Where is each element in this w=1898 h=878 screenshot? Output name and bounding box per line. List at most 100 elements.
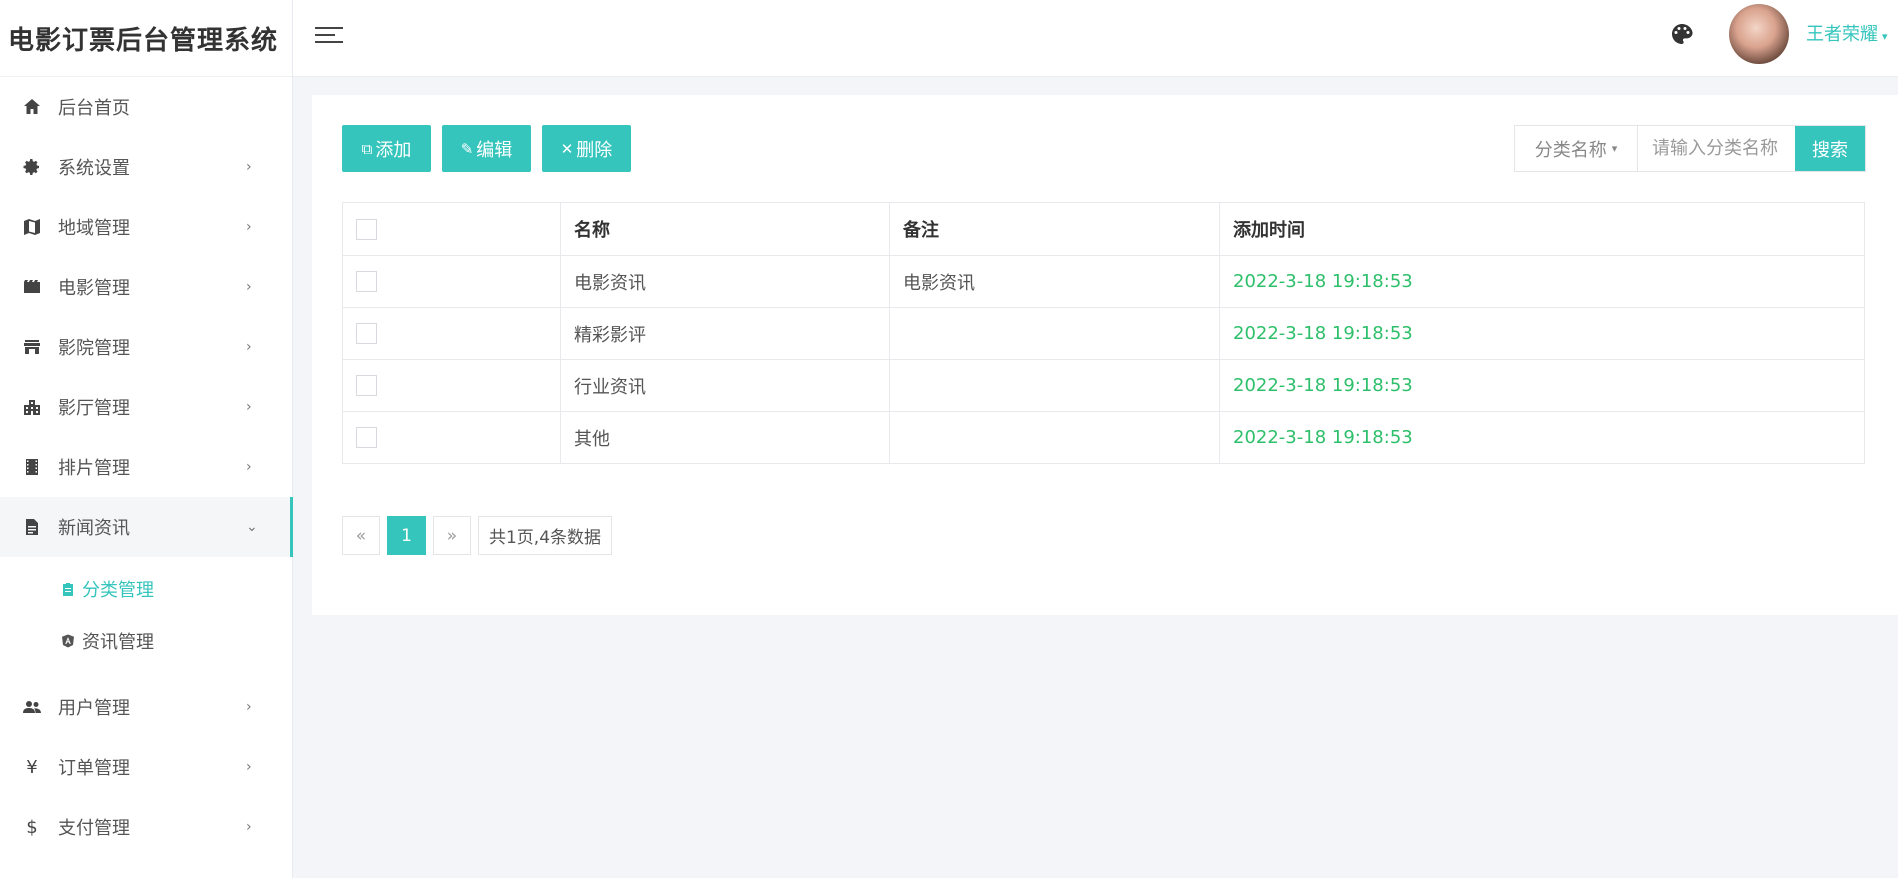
sidebar-item-label: 排片管理 — [58, 458, 130, 479]
row-checkbox[interactable] — [356, 271, 377, 293]
chevron-right-icon: › — [246, 219, 252, 235]
chevron-down-icon: ⌄ — [246, 519, 258, 535]
gear-icon — [21, 156, 43, 178]
chevron-right-icon: › — [246, 399, 252, 415]
user-menu[interactable]: 王者荣耀 ▾ — [1806, 20, 1888, 46]
row-checkbox-cell — [342, 255, 561, 308]
column-header-name: 名称 — [560, 202, 890, 256]
cell-remark — [889, 411, 1220, 464]
row-checkbox-cell — [342, 307, 561, 360]
add-button[interactable]: ⧉ 添加 — [342, 125, 431, 172]
sidebar-item-label: 系统设置 — [58, 158, 130, 179]
chevron-right-icon: › — [246, 699, 252, 715]
sidebar-item-orders[interactable]: ¥ 订单管理 › — [0, 737, 292, 797]
map-icon — [21, 216, 43, 238]
cell-remark — [889, 359, 1220, 412]
sidebar-item-label: 支付管理 — [58, 818, 130, 839]
building-icon — [21, 396, 43, 418]
pagination: « 1 » 共1页,4条数据 — [342, 516, 619, 555]
cell-time: 2022-3-18 19:18:53 — [1219, 255, 1865, 308]
avatar[interactable] — [1729, 4, 1789, 64]
chevron-right-icon: › — [246, 819, 252, 835]
column-header-remark: 备注 — [889, 202, 1220, 256]
sidebar-item-region[interactable]: 地域管理 › — [0, 197, 292, 257]
sidebar-item-label: 影厅管理 — [58, 398, 130, 419]
pencil-icon: ✎ — [460, 139, 474, 158]
cell-name: 电影资讯 — [560, 255, 890, 308]
cell-name: 其他 — [560, 411, 890, 464]
select-all-cell — [342, 202, 561, 256]
top-header: 王者荣耀 ▾ — [293, 0, 1898, 77]
caret-down-icon: ▾ — [1611, 142, 1618, 155]
home-icon — [21, 96, 43, 118]
cell-time: 2022-3-18 19:18:53 — [1219, 359, 1865, 412]
menu-toggle-icon[interactable] — [315, 22, 343, 48]
row-checkbox[interactable] — [356, 375, 377, 397]
next-page-button[interactable]: » — [433, 516, 471, 555]
sidebar-item-settings[interactable]: 系统设置 › — [0, 137, 292, 197]
select-all-checkbox[interactable] — [356, 218, 377, 240]
sidebar-subitem-category[interactable]: 分类管理 — [0, 563, 292, 615]
add-button-label: 添加 — [375, 139, 412, 161]
sidebar-item-hall[interactable]: 影厅管理 › — [0, 377, 292, 437]
dollar-icon: $ — [26, 816, 38, 838]
app-title: 电影订票后台管理系统 — [0, 0, 292, 77]
sidebar-item-label: 电影管理 — [58, 278, 130, 299]
document-icon — [21, 516, 43, 538]
clipboard-icon — [60, 581, 76, 597]
row-checkbox-cell — [342, 359, 561, 412]
close-icon: ✕ — [560, 139, 574, 158]
search-field-select[interactable]: 分类名称 ▾ — [1515, 126, 1638, 171]
pagination-info: 共1页,4条数据 — [478, 516, 612, 555]
edit-button-label: 编辑 — [476, 139, 513, 161]
row-checkbox[interactable] — [356, 323, 377, 345]
prev-page-button[interactable]: « — [342, 516, 380, 555]
film-icon — [21, 276, 43, 298]
sidebar-item-users[interactable]: 用户管理 › — [0, 677, 292, 737]
chevron-right-icon: › — [246, 279, 252, 295]
table-row[interactable]: 其他 2022-3-18 19:18:53 — [342, 411, 1865, 464]
angular-icon — [60, 633, 76, 649]
sidebar-item-cinema[interactable]: 影院管理 › — [0, 317, 292, 377]
sidebar-item-label: 后台首页 — [58, 98, 130, 119]
cell-name: 精彩影评 — [560, 307, 890, 360]
sidebar-item-payment[interactable]: $ 支付管理 › — [0, 797, 292, 857]
category-table: 名称 备注 添加时间 电影资讯 电影资讯 2022-3-18 19:18:53 … — [342, 202, 1865, 464]
table-row[interactable]: 精彩影评 2022-3-18 19:18:53 — [342, 307, 1865, 360]
chevron-right-icon: › — [246, 339, 252, 355]
sidebar-item-schedule[interactable]: 排片管理 › — [0, 437, 292, 497]
content-panel: ⧉添加 ✎编辑 ✕删除 分类名称 ▾ 搜索 名称 备注 添加时间 电影资讯 电影资… — [312, 95, 1898, 615]
edit-button[interactable]: ✎ 编辑 — [442, 125, 531, 172]
table-row[interactable]: 电影资讯 电影资讯 2022-3-18 19:18:53 — [342, 255, 1865, 308]
cell-time: 2022-3-18 19:18:53 — [1219, 411, 1865, 464]
sidebar-item-news[interactable]: 新闻资讯 ⌄ — [0, 497, 293, 557]
news-submenu: 分类管理 资讯管理 — [0, 557, 292, 677]
palette-icon[interactable] — [1670, 22, 1694, 46]
add-icon: ⧉ — [361, 139, 373, 158]
cell-remark — [889, 307, 1220, 360]
table-header-row: 名称 备注 添加时间 — [342, 202, 1865, 256]
users-icon — [21, 696, 43, 718]
column-header-time: 添加时间 — [1219, 202, 1865, 256]
table-row[interactable]: 行业资讯 2022-3-18 19:18:53 — [342, 359, 1865, 412]
sidebar-subitem-news[interactable]: 资讯管理 — [0, 615, 292, 667]
row-checkbox-cell — [342, 411, 561, 464]
delete-button[interactable]: ✕ 删除 — [542, 125, 631, 172]
sidebar-subitem-label: 分类管理 — [82, 580, 154, 601]
sidebar-item-label: 地域管理 — [58, 218, 130, 239]
yen-icon: ¥ — [26, 756, 38, 778]
chevron-right-icon: › — [246, 759, 252, 775]
row-checkbox[interactable] — [356, 427, 377, 449]
cell-remark: 电影资讯 — [889, 255, 1220, 308]
sidebar-item-movies[interactable]: 电影管理 › — [0, 257, 292, 317]
sidebar: 电影订票后台管理系统 后台首页 系统设置 › 地域管理 › 电影管理 › 影院管… — [0, 0, 293, 878]
search-button[interactable]: 搜索 — [1795, 126, 1865, 171]
page-1-button[interactable]: 1 — [387, 516, 426, 555]
search-input[interactable] — [1638, 126, 1795, 171]
search-select-label: 分类名称 — [1534, 139, 1607, 161]
filmstrip-icon — [21, 456, 43, 478]
sidebar-item-home[interactable]: 后台首页 — [0, 77, 292, 137]
search-group: 分类名称 ▾ 搜索 — [1514, 125, 1866, 172]
sidebar-item-label: 影院管理 — [58, 338, 130, 359]
sidebar-subitem-label: 资讯管理 — [82, 632, 154, 653]
